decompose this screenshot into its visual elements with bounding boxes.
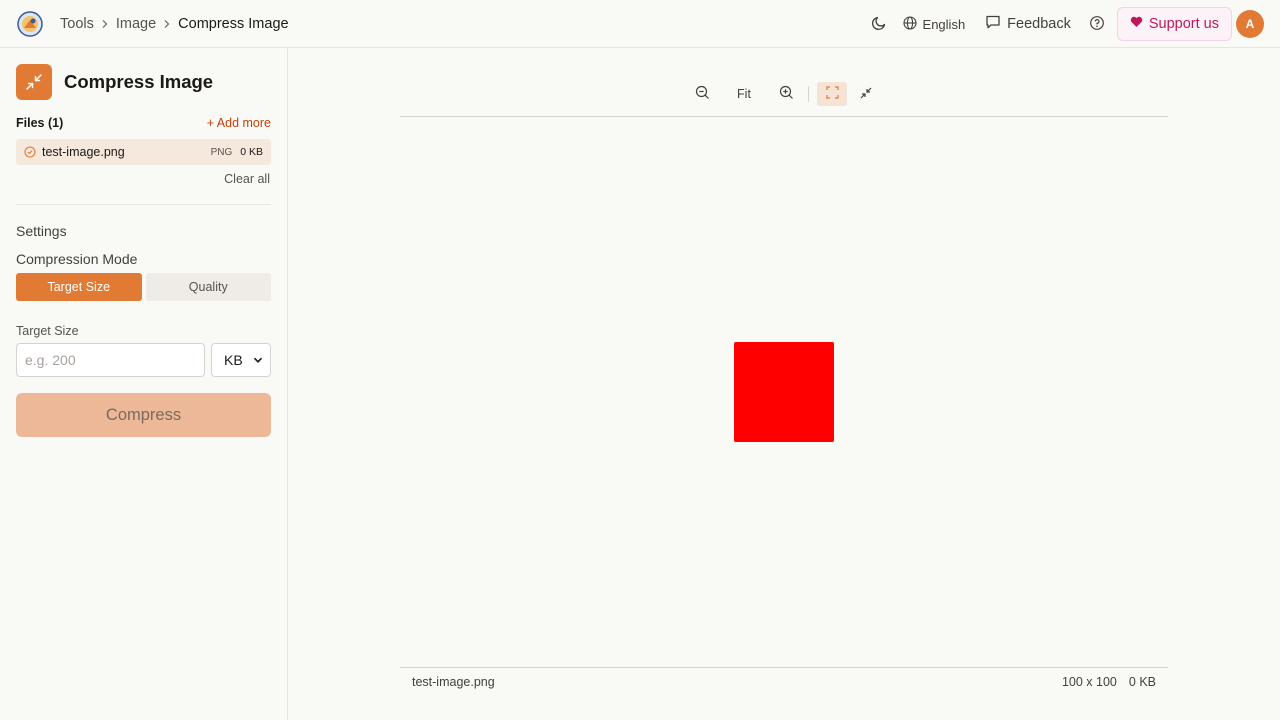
breadcrumb-tools[interactable]: Tools <box>60 16 94 32</box>
file-size: 0 KB <box>240 146 263 158</box>
image-dimensions: 100 x 100 <box>1061 675 1117 689</box>
compress-button[interactable]: Compress <box>16 393 271 437</box>
toolbar-divider <box>808 86 809 102</box>
add-more-button[interactable]: + Add more <box>207 116 271 130</box>
language-button[interactable]: English <box>902 15 966 33</box>
shrink-icon <box>860 86 872 102</box>
target-size-input[interactable] <box>16 343 205 377</box>
avatar[interactable]: A <box>1236 10 1264 38</box>
chevron-down-icon <box>253 352 263 368</box>
top-bar: Tools Image Compress Image English Feedb… <box>0 0 1280 48</box>
zoom-in-icon <box>779 85 794 103</box>
mode-quality-button[interactable]: Quality <box>145 273 271 301</box>
settings-heading: Settings <box>16 223 67 239</box>
help-icon <box>1089 15 1105 34</box>
file-type-badge: PNG <box>210 146 233 158</box>
target-size-label: Target Size <box>16 324 79 338</box>
feedback-label: Feedback <box>1007 16 1071 32</box>
fullscreen-button[interactable] <box>817 82 847 106</box>
divider <box>16 204 271 205</box>
preview-file-name: test-image.png <box>412 675 495 689</box>
preview-meta: 100 x 100 0 KB <box>1062 675 1156 689</box>
mode-target-size-button[interactable]: Target Size <box>16 273 142 301</box>
check-circle-icon <box>24 146 36 158</box>
unit-select[interactable]: KB <box>211 343 271 377</box>
files-count-label: Files (1) <box>16 116 64 130</box>
globe-icon <box>902 15 917 33</box>
file-name: test-image.png <box>42 145 125 159</box>
zoom-in-button[interactable] <box>772 82 800 106</box>
unit-select-value: KB <box>224 352 243 368</box>
breadcrumb-current: Compress Image <box>178 16 289 32</box>
language-label: English <box>922 16 966 32</box>
clear-all-button[interactable]: Clear all <box>224 172 270 186</box>
files-header: Files (1) + Add more <box>16 116 271 130</box>
breadcrumb: Tools Image Compress Image <box>60 0 289 48</box>
image-size: 0 KB <box>1128 675 1156 689</box>
preview-toolbar: Fit <box>688 82 881 106</box>
fit-button[interactable]: Fit <box>716 82 772 106</box>
feedback-button[interactable]: Feedback <box>985 14 1071 34</box>
zoom-out-icon <box>695 85 710 103</box>
moon-icon <box>871 15 887 34</box>
breadcrumb-image[interactable]: Image <box>116 16 156 32</box>
heart-icon <box>1130 16 1143 32</box>
header-actions: English Feedback Support us A <box>871 0 1264 48</box>
message-icon <box>985 14 1001 34</box>
compression-mode-toggle: Target Size Quality <box>16 273 271 301</box>
help-button[interactable] <box>1089 15 1105 34</box>
compress-icon <box>16 64 52 100</box>
theme-toggle-button[interactable] <box>871 15 887 34</box>
image-preview <box>734 342 834 442</box>
app-logo[interactable] <box>17 11 43 37</box>
expand-icon <box>825 86 839 102</box>
page-title: Compress Image <box>64 71 214 92</box>
preview-top-divider <box>400 116 1168 117</box>
exit-fullscreen-button[interactable] <box>851 82 881 106</box>
sidebar: Compress Image Files (1) + Add more test… <box>0 48 288 720</box>
support-button[interactable]: Support us <box>1116 7 1232 41</box>
tool-header: Compress Image <box>16 64 213 100</box>
compression-mode-label: Compression Mode <box>16 251 138 267</box>
preview-bottom-divider <box>400 667 1168 668</box>
file-list-item[interactable]: test-image.png PNG 0 KB <box>16 139 271 165</box>
chevron-right-icon <box>94 19 116 29</box>
chevron-right-icon <box>156 19 178 29</box>
support-label: Support us <box>1148 16 1219 32</box>
zoom-out-button[interactable] <box>688 82 716 106</box>
